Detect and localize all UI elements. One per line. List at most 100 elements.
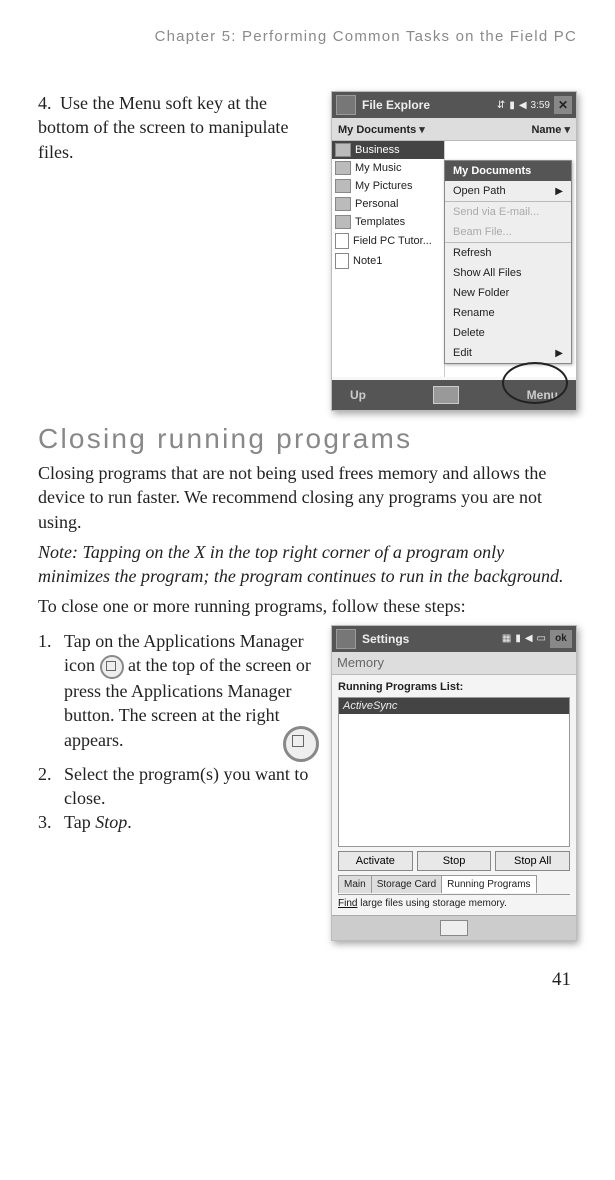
soft-key-bar [332, 915, 576, 940]
step-3-text-c: . [127, 812, 132, 832]
list-item: My Pictures [332, 177, 444, 195]
activate-button: Activate [338, 851, 413, 871]
step-3: 3. Tap Stop. [38, 810, 319, 834]
list-item: Field PC Tutor... [332, 231, 444, 251]
chevron-right-icon: ▶ [555, 186, 563, 197]
step4-num: 4. [38, 91, 60, 115]
list-item-selected: ActiveSync [339, 698, 569, 714]
keyboard-icon [433, 386, 459, 404]
list-item: My Music [332, 159, 444, 177]
stop-all-button: Stop All [495, 851, 570, 871]
step-3-num: 3. [38, 810, 64, 834]
menu-item-label: Edit [453, 347, 472, 359]
section-heading: Closing running programs [38, 423, 577, 455]
list-item-label: Business [355, 144, 400, 156]
file-explorer-screenshot: File Explore ⇵ ▮ ◀ 3:59 ✕ My Documents N… [331, 91, 577, 411]
find-link: Find [338, 898, 357, 909]
panel-title: Memory [332, 652, 576, 675]
folder-icon [335, 197, 351, 211]
step-3-text: Tap Stop. [64, 810, 132, 834]
ok-button: ok [550, 630, 572, 648]
fx-header: My Documents Name [332, 118, 576, 141]
list-item-label: Templates [355, 216, 405, 228]
paragraph-2: To close one or more running programs, f… [38, 594, 577, 618]
apps-manager-button-icon [283, 726, 319, 762]
folder-icon [335, 143, 351, 157]
paragraph-1: Closing programs that are not being used… [38, 461, 577, 534]
tab-main: Main [338, 875, 372, 893]
step-2: 2. Select the program(s) you want to clo… [38, 762, 319, 811]
running-list-label: Running Programs List: [332, 675, 576, 695]
menu-refresh: Refresh [445, 243, 571, 263]
apps-manager-icon [100, 655, 124, 679]
battery-icon: ▭ [537, 633, 546, 644]
file-icon [335, 233, 349, 249]
list-item: Note1 [332, 251, 444, 271]
list-item-label: Personal [355, 198, 398, 210]
highlight-circle [502, 362, 568, 404]
path-dropdown: My Documents [338, 123, 425, 136]
step4-body: Use the Menu soft key at the bottom of t… [38, 93, 288, 162]
running-programs-list: ActiveSync [338, 697, 570, 847]
menu-open-path: Open Path ▶ [445, 181, 571, 201]
sort-dropdown: Name [531, 123, 570, 136]
tab-storage: Storage Card [371, 875, 442, 893]
memory-tabs: Main Storage Card Running Programs [338, 875, 570, 893]
menu-header: My Documents [445, 161, 571, 181]
menu-edit: Edit ▶ [445, 343, 571, 363]
step-1: 1. Tap on the Applications Manager icon … [38, 629, 319, 762]
app-title: Settings [362, 632, 502, 646]
folder-icon [335, 215, 351, 229]
list-item: Templates [332, 213, 444, 231]
list-item-label: My Pictures [355, 180, 412, 192]
softkey-up: Up [350, 388, 366, 402]
wm-title-bar: File Explore ⇵ ▮ ◀ 3:59 ✕ [332, 92, 576, 118]
menu-item-label: Open Path [453, 185, 506, 197]
step4-text: 4.Use the Menu soft key at the bottom of… [38, 91, 319, 411]
file-list: Business My Music My Pictures Personal T… [332, 141, 445, 377]
system-tray: ⇵ ▮ ◀ 3:59 [497, 100, 550, 111]
connectivity-icon: ⇵ [497, 100, 505, 111]
menu-show-all: Show All Files [445, 263, 571, 283]
signal-icon: ▮ [509, 100, 515, 111]
context-menu: My Documents Open Path ▶ Send via E-mail.… [444, 160, 572, 364]
memory-screenshot: Settings ▦ ▮ ◀ ▭ ok Memory Running Progr… [331, 625, 577, 941]
speaker-icon: ◀ [519, 100, 527, 111]
menu-new-folder: New Folder [445, 283, 571, 303]
list-item-label: Note1 [353, 255, 382, 267]
list-item-label: Field PC Tutor... [353, 235, 432, 247]
keyboard-icon [440, 920, 468, 936]
tab-running: Running Programs [441, 875, 536, 893]
folder-icon [335, 179, 351, 193]
page-number: 41 [38, 969, 577, 991]
step-1-text: Tap on the Applications Manager icon at … [64, 629, 319, 762]
system-tray: ▦ ▮ ◀ ▭ [502, 633, 546, 644]
list-item-label: My Music [355, 162, 401, 174]
step-3-stop: Stop [95, 812, 127, 832]
find-large-files: Find large files using storage memory. [338, 894, 570, 909]
memory-buttons: Activate Stop Stop All [338, 851, 570, 871]
start-flag-icon [336, 629, 356, 649]
find-text: large files using storage memory. [357, 898, 506, 909]
step-3-text-a: Tap [64, 812, 95, 832]
chevron-right-icon: ▶ [555, 348, 563, 359]
chapter-header: Chapter 5: Performing Common Tasks on th… [38, 28, 577, 45]
step-2-num: 2. [38, 762, 64, 811]
file-icon [335, 253, 349, 269]
clock-text: 3:59 [531, 100, 550, 111]
list-item: Business [332, 141, 444, 159]
speaker-icon: ◀ [525, 633, 533, 644]
step-2-text: Select the program(s) you want to close. [64, 762, 319, 811]
close-icon: ✕ [554, 96, 572, 114]
app-title: File Explore [362, 98, 497, 112]
wm-title-bar: Settings ▦ ▮ ◀ ▭ ok [332, 626, 576, 652]
folder-icon [335, 161, 351, 175]
step-1-num: 1. [38, 629, 64, 762]
start-flag-icon [336, 95, 356, 115]
menu-rename: Rename [445, 303, 571, 323]
menu-send-email: Send via E-mail... [445, 202, 571, 222]
menu-delete: Delete [445, 323, 571, 343]
signal-icon: ▮ [515, 633, 521, 644]
note-paragraph: Note: Tapping on the X in the top right … [38, 540, 577, 589]
list-item: Personal [332, 195, 444, 213]
